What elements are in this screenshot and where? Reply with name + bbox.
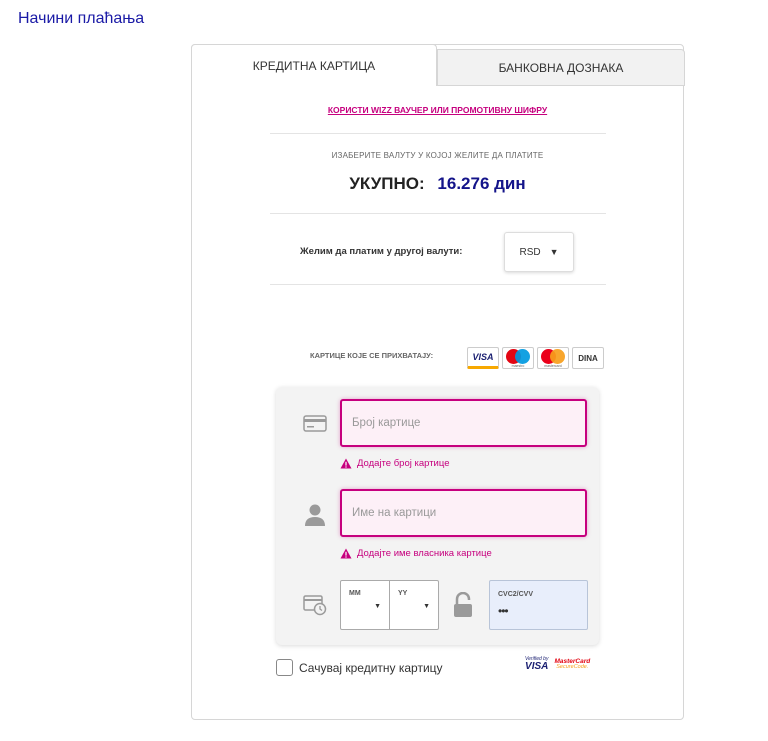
expiry-month-select[interactable]: MM ▼ xyxy=(341,581,389,629)
currency-select[interactable]: RSD ▼ xyxy=(504,232,574,272)
card-name-input[interactable]: Име на картици xyxy=(340,489,587,537)
credit-card-icon xyxy=(303,415,327,437)
payment-panel: КРЕДИТНА КАРТИЦА БАНКОВНА ДОЗНАКА КОРИСТ… xyxy=(191,44,685,720)
mastercard-securecode-logo-icon: MasterCard SecureCode. xyxy=(554,658,590,671)
expiry-year-select[interactable]: YY ▼ xyxy=(389,581,438,629)
currency-select-value: RSD xyxy=(519,246,541,258)
caret-down-icon: ▼ xyxy=(374,603,381,610)
accepted-card-logos: VISA maestro mastercard DINA xyxy=(467,347,604,369)
accepted-cards-label: КАРТИЦЕ КОЈЕ СЕ ПРИХВАТАЈУ: xyxy=(310,351,434,360)
dina-logo-text: DINA xyxy=(578,353,598,363)
tab-label: БАНКОВНА ДОЗНАКА xyxy=(498,60,624,75)
voucher-link[interactable]: КОРИСТИ WIZZ ВАУЧЕР ИЛИ ПРОМОТИВНУ ШИФРУ xyxy=(192,105,683,115)
divider xyxy=(270,133,606,134)
visa-logo-text: VISA xyxy=(472,352,494,362)
currency-caption: ИЗАБЕРИТЕ ВАЛУТУ У КОЈОЈ ЖЕЛИТЕ ДА ПЛАТИ… xyxy=(331,151,544,160)
mastercard-logo-icon: mastercard xyxy=(537,347,569,369)
divider xyxy=(270,213,606,214)
cvc-value: ••• xyxy=(498,604,509,618)
total-label: УКУПНО: xyxy=(349,174,425,193)
mastercard-logo-text: mastercard xyxy=(544,364,562,368)
cvc-label: CVC2/CVV xyxy=(498,591,534,598)
total-value: 16.276 дин xyxy=(437,174,526,193)
save-card-option[interactable]: Сачувај кредитну картицу xyxy=(276,659,443,676)
warning-icon xyxy=(340,548,352,559)
cvc-input[interactable]: CVC2/CVV ••• xyxy=(489,580,588,630)
tab-label: КРЕДИТНА КАРТИЦА xyxy=(252,58,376,73)
card-name-error: Додајте име власника картице xyxy=(340,548,492,559)
total-row: УКУПНО: 16.276 дин xyxy=(192,174,683,194)
divider xyxy=(270,284,606,285)
warning-icon xyxy=(340,458,352,469)
unlock-icon xyxy=(452,591,474,623)
error-text: Додајте име власника картице xyxy=(357,548,492,559)
page-title: Начини плаћања xyxy=(18,10,145,27)
expiry-year-label: YY xyxy=(398,590,408,597)
verified-by-visa-logo-icon: Verified by VISA xyxy=(525,657,548,672)
other-currency-label: Желим да платим у другој валути: xyxy=(300,246,463,257)
maestro-logo-icon: maestro xyxy=(502,347,534,369)
card-number-input[interactable]: Број картице xyxy=(340,399,587,447)
tab-credit-card[interactable]: КРЕДИТНА КАРТИЦА xyxy=(191,44,437,86)
tab-bank-transfer[interactable]: БАНКОВНА ДОЗНАКА xyxy=(437,49,685,86)
visa-logo-icon: VISA xyxy=(467,347,499,369)
caret-down-icon: ▼ xyxy=(549,247,559,257)
error-text: Додајте број картице xyxy=(357,458,450,469)
dina-logo-icon: DINA xyxy=(572,347,604,369)
mc-securecode-bottom: SecureCode. xyxy=(556,664,589,670)
expiry-month-label: MM xyxy=(349,590,361,597)
save-card-checkbox[interactable] xyxy=(276,659,293,676)
vbv-main-text: VISA xyxy=(525,661,549,672)
calendar-clock-icon xyxy=(303,594,327,621)
card-number-error: Додајте број картице xyxy=(340,458,449,469)
card-form: Број картице Додајте број картице Име на… xyxy=(276,387,599,645)
user-icon xyxy=(303,503,327,532)
secure-payment-logos: Verified by VISA MasterCard SecureCode. xyxy=(525,657,590,672)
maestro-logo-text: maestro xyxy=(511,364,525,368)
save-card-label: Сачувај кредитну картицу xyxy=(299,660,443,675)
caret-down-icon: ▼ xyxy=(423,603,430,610)
expiry-date-select: MM ▼ YY ▼ xyxy=(340,580,439,630)
